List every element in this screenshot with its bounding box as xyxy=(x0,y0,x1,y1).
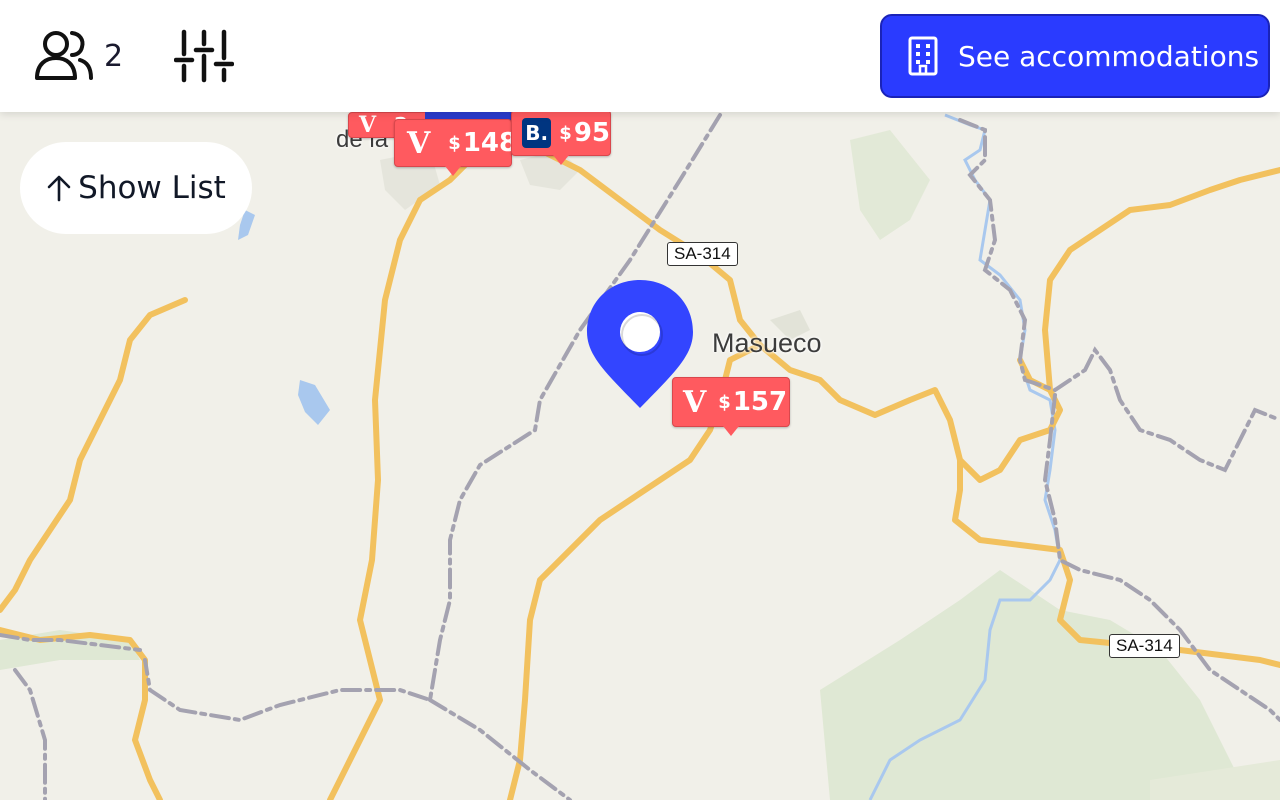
price-currency: $ xyxy=(718,391,731,413)
price-marker-95[interactable]: B. $ 95 xyxy=(511,110,611,165)
booking-logo-icon: B. xyxy=(522,118,552,148)
show-list-label: Show List xyxy=(78,170,226,206)
road-shield-sa314: SA-314 xyxy=(667,242,738,266)
users-icon xyxy=(35,31,93,80)
vrbo-logo-icon: V xyxy=(359,112,377,138)
arrow-up-icon xyxy=(47,175,71,202)
price-marker-148[interactable]: V $ 148 xyxy=(394,119,517,176)
guest-count: 2 xyxy=(104,38,124,74)
building-icon xyxy=(908,36,938,76)
guests-button[interactable]: 2 xyxy=(34,28,123,84)
price-amount: 95 xyxy=(573,118,610,148)
show-list-button[interactable]: Show List xyxy=(20,142,252,234)
price-amount: 157 xyxy=(732,387,788,417)
see-accommodations-button[interactable]: See accommodations xyxy=(880,14,1270,98)
road-shield-sa314-east: SA-314 xyxy=(1109,634,1180,658)
price-amount: 148 xyxy=(462,128,518,158)
price-currency: $ xyxy=(559,122,572,144)
town-label-masueco: Masueco xyxy=(712,328,822,358)
filters-button[interactable] xyxy=(173,28,235,88)
price-marker-157[interactable]: V $ 157 xyxy=(672,377,790,436)
vrbo-logo-icon: V xyxy=(683,384,707,420)
see-accommodations-label: See accommodations xyxy=(958,39,1260,73)
top-toolbar: 2 See accommodations xyxy=(0,0,1280,112)
price-currency: $ xyxy=(448,132,461,154)
vrbo-logo-icon: V xyxy=(407,125,431,161)
sliders-icon xyxy=(173,29,235,83)
